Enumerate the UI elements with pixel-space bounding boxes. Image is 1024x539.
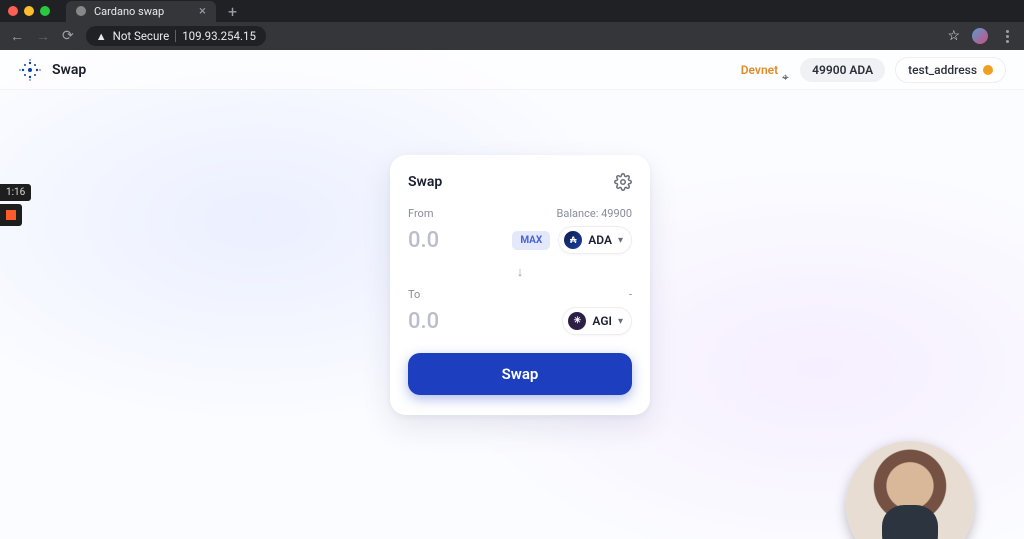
profile-avatar-icon[interactable] [972, 28, 988, 44]
swap-direction-button[interactable]: ↓ [408, 264, 632, 280]
to-token-selector[interactable]: ✳ AGI ▾ [562, 307, 632, 335]
window-controls [8, 6, 50, 16]
ada-coin-icon: ₳ [564, 231, 582, 249]
swap-card: Swap From Balance: 49900 MAX ₳ ADA ▾ [390, 155, 650, 415]
tab-favicon [76, 6, 86, 16]
page-viewport: Swap Devnet 49900 ADA test_address ⌖ Swa… [0, 50, 1024, 539]
not-secure-icon: ▲ [96, 30, 107, 43]
recording-timestamp: 1:16 [0, 184, 31, 201]
stop-icon [6, 210, 16, 220]
settings-gear-icon[interactable] [614, 173, 632, 191]
agi-coin-icon: ✳ [568, 312, 586, 330]
not-secure-label: Not Secure [113, 29, 170, 43]
nav-forward-button[interactable]: → [36, 28, 50, 45]
chevron-down-icon: ▾ [618, 235, 623, 246]
from-balance: Balance: 49900 [557, 207, 632, 220]
browser-tab-strip: Cardano swap × + [0, 0, 1024, 22]
max-button[interactable]: MAX [512, 231, 550, 250]
address-separator [175, 30, 176, 42]
balance-badge[interactable]: 49900 ADA [800, 58, 885, 82]
wallet-address-label: test_address [908, 63, 977, 77]
new-tab-button[interactable]: + [224, 2, 241, 21]
browser-menu-button[interactable] [1000, 30, 1014, 43]
from-token-selector[interactable]: ₳ ADA ▾ [558, 226, 632, 254]
from-amount-input[interactable] [408, 228, 504, 253]
nav-reload-button[interactable]: ⟳ [62, 28, 74, 44]
chevron-down-icon: ▾ [618, 316, 623, 327]
from-token-symbol: ADA [588, 233, 612, 247]
window-maximize-button[interactable] [40, 6, 50, 16]
nav-back-button[interactable]: ← [10, 28, 24, 45]
browser-tab[interactable]: Cardano swap × [66, 1, 216, 22]
window-close-button[interactable] [8, 6, 18, 16]
to-token-symbol: AGI [592, 314, 612, 328]
swap-card-title: Swap [408, 174, 442, 190]
address-bar[interactable]: ▲ Not Secure 109.93.254.15 [86, 26, 266, 46]
to-label: To [408, 288, 420, 301]
tab-close-icon[interactable]: × [199, 4, 206, 19]
page-title: Swap [52, 62, 86, 78]
recording-stop-button[interactable] [0, 204, 22, 226]
wallet-address-badge[interactable]: test_address [895, 57, 1006, 83]
cardano-logo-icon [18, 58, 42, 82]
app-header: Swap Devnet 49900 ADA test_address [0, 50, 1024, 90]
bookmark-star-icon[interactable]: ☆ [947, 28, 960, 44]
from-label: From [408, 207, 433, 220]
swap-submit-button[interactable]: Swap [408, 353, 632, 395]
window-minimize-button[interactable] [24, 6, 34, 16]
to-balance: - [629, 288, 632, 301]
wallet-status-dot-icon [983, 65, 993, 75]
network-badge[interactable]: Devnet [729, 58, 790, 82]
to-amount-input[interactable] [408, 309, 554, 334]
tab-title: Cardano swap [94, 5, 164, 18]
browser-toolbar: ← → ⟳ ▲ Not Secure 109.93.254.15 ☆ [0, 22, 1024, 50]
url-text: 109.93.254.15 [182, 29, 256, 43]
